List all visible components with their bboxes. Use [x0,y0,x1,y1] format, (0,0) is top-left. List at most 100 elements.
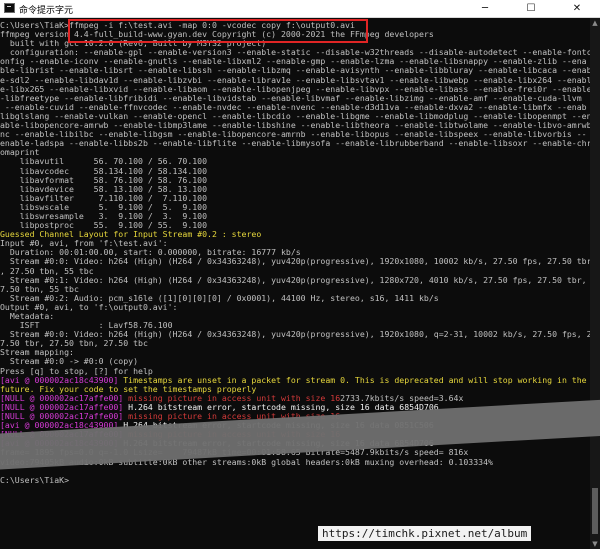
scroll-down-arrow-icon[interactable]: ▼ [590,539,600,549]
console-text: Press [q] to stop, [?] for help [0,366,153,376]
console-text: Duration: 00:01:00.00, start: 0.000000, … [0,248,301,258]
console-line: Metadata: [0,312,590,321]
console-text: onfig --enable-iconv --enable-gnutls --e… [0,57,587,67]
console-text: e-libx265 --enable-libxvid --enable-liba… [0,84,590,94]
console-line: Stream #0:0: Video: h264 (High) (H264 / … [0,257,590,266]
title-bar[interactable]: 命令提示字元 ─ ☐ ✕ [0,0,600,18]
console-text: C:\Users\TiaK> [0,475,70,485]
console-line: libavfilter 7.110.100 / 7.110.100 [0,194,590,203]
console-text: libavformat 58. 76.100 / 58. 76.100 [0,175,208,185]
console-line: omaprint [0,148,590,157]
console-line: enable-ladspa --enable-libbs2b --enable-… [0,139,590,148]
console-text: e-sdl2 --enable-libdav1d --enable-libzvb… [0,75,590,85]
console-line: libavdevice 58. 13.100 / 58. 13.100 [0,185,590,194]
console-line: future. Fix your code to set the timesta… [0,385,590,394]
console-line: e-libx265 --enable-libxvid --enable-liba… [0,85,590,94]
console-line: Stream #0:2: Audio: pcm_s16le ([1][0][0]… [0,294,590,303]
console-line: onfig --enable-iconv --enable-gnutls --e… [0,57,590,66]
console-text: libglslang --enable-vulkan --enable-open… [0,111,590,121]
console-line: [NULL @ 000002ac17affe00] missing pictur… [0,394,590,403]
console-text: Stream #0:0: Video: h264 (High) (H264 / … [0,257,590,267]
console-line: e-sdl2 --enable-libdav1d --enable-libzvb… [0,76,590,85]
console-line: Guessed Channel Layout for Input Stream … [0,230,590,239]
console-line: Stream #0:1: Video: h264 (High) (H264 / … [0,276,590,285]
console-line: ISFT : Lavf58.76.100 [0,321,590,330]
console-text: [NULL @ 000002ac17affe00] [0,402,129,412]
console-text: libswscale 5. 9.100 / 5. 9.100 [0,202,208,212]
console-line: able-libopencore-amrwb --enable-libmp3la… [0,121,590,130]
console-text: [avi @ 000002ac18c43900] [0,375,124,385]
console-text: 7.50 tbr, 27.50 tbn, 27.50 tbc [0,339,148,349]
console-line: ble-librist --enable-libsrt --enable-lib… [0,66,590,75]
command-prompt-window: 命令提示字元 ─ ☐ ✕ C:\Users\TiaK>ffmpeg -i f:\… [0,0,600,549]
console-text: libswresample 3. 9.100 / 3. 9.100 [0,211,208,221]
scrollbar-thumb[interactable] [592,488,598,534]
console-text: enable-ladspa --enable-libbs2b --enable-… [0,139,590,149]
console-text: Stream #0:0 -> #0:0 (copy) [0,357,139,367]
console-line: -libfreetype --enable-libfribidi --enabl… [0,94,590,103]
console-line: Press [q] to stop, [?] for help [0,367,590,376]
console-text: configuration: --enable-gpl --enable-ver… [0,48,590,58]
console-text: [NULL @ 000002ac17affe00] [0,412,129,422]
scroll-up-arrow-icon[interactable]: ▲ [590,18,600,28]
console-text: --enable-cuvid --enable-ffnvcodec --enab… [0,102,587,112]
console-line: libavcodec 58.134.100 / 58.134.100 [0,167,590,176]
console-line: Input #0, avi, from 'f:\test.avi': [0,239,590,248]
console-line: Stream #0:0 -> #0:0 (copy) [0,357,590,366]
console-text: libpostproc 55. 9.100 / 55. 9.100 [0,221,208,231]
console-line: [avi @ 000002ac18c43900] Timestamps are … [0,376,590,385]
console-text: ISFT : Lavf58.76.100 [0,321,173,331]
console-text: omaprint [0,148,40,158]
console-line: libswresample 3. 9.100 / 3. 9.100 [0,212,590,221]
minimize-button[interactable]: ─ [462,0,508,17]
maximize-button[interactable]: ☐ [508,0,554,17]
console-text: [NULL @ 000002ac17affe00] [0,393,129,403]
console-text: libavcodec 58.134.100 / 58.134.100 [0,166,208,176]
console-text: 7.50 tbn, 55 tbc [0,284,79,294]
console-text: Stream #0:1: Video: h264 (High) (H264 / … [0,275,590,285]
console-line: Stream #0:0: Video: h264 (High) (H264 / … [0,330,590,339]
console-text: Output #0, avi, to 'f:\output0.avi': [0,302,178,312]
command-highlight-box [68,19,368,43]
console-text: Metadata: [0,312,55,321]
watermark: https://timchk.pixnet.net/album [318,526,532,541]
console-app-icon [4,3,15,13]
console-output[interactable]: C:\Users\TiaK>ffmpeg -i f:\test.avi -map… [0,18,590,549]
console-line: , 27.50 tbn, 55 tbc [0,267,590,276]
console-text: future. Fix your code to set the timesta… [0,384,257,394]
console-text: Stream #0:2: Audio: pcm_s16le ([1][0][0]… [0,293,439,303]
console-text: libavutil 56. 70.100 / 56. 70.100 [0,157,208,167]
console-line: nc --enable-libilbc --enable-libgsm --en… [0,130,590,139]
console-line: Output #0, avi, to 'f:\output0.avi': [0,303,590,312]
console-text: Input #0, avi, from 'f:\test.avi': [0,239,168,249]
console-line: libpostproc 55. 9.100 / 55. 9.100 [0,221,590,230]
console-text: -libfreetype --enable-libfribidi --enabl… [0,93,582,103]
console-line: C:\Users\TiaK> [0,476,590,485]
console-text: , 27.50 tbn, 55 tbc [0,266,94,276]
console-text: nc --enable-libilbc --enable-libgsm --en… [0,130,587,140]
console-line: libavformat 58. 76.100 / 58. 76.100 [0,176,590,185]
close-button[interactable]: ✕ [554,0,600,17]
console-line: 7.50 tbr, 27.50 tbn, 27.50 tbc [0,339,590,348]
vertical-scrollbar[interactable]: ▲ ▼ [590,18,600,549]
console-line: libglslang --enable-vulkan --enable-open… [0,112,590,121]
console-line: --enable-cuvid --enable-ffnvcodec --enab… [0,103,590,112]
console-text: libavdevice 58. 13.100 / 58. 13.100 [0,184,208,194]
console-line: Duration: 00:01:00.00, start: 0.000000, … [0,248,590,257]
console-text: Stream #0:0: Video: h264 (High) (H264 / … [0,330,590,340]
console-text: Timestamps are unset in a packet for str… [123,375,587,385]
console-line: libavutil 56. 70.100 / 56. 70.100 [0,157,590,166]
console-text: missing picture in access unit with size… [128,393,341,403]
console-text: 2733.7kbits/s speed=3.64x [340,393,464,403]
window-title: 命令提示字元 [19,6,74,16]
console-text: Stream mapping: [0,348,74,358]
console-text: able-libopencore-amrwb --enable-libmp3la… [0,121,590,131]
console-line: 7.50 tbn, 55 tbc [0,285,590,294]
console-text: libavfilter 7.110.100 / 7.110.100 [0,193,208,203]
console-line: Stream mapping: [0,348,590,357]
console-text: Guessed Channel Layout for Input Stream … [0,230,262,240]
console-line: libswscale 5. 9.100 / 5. 9.100 [0,203,590,212]
console-line: configuration: --enable-gpl --enable-ver… [0,48,590,57]
console-text: ble-librist --enable-libsrt --enable-lib… [0,66,590,76]
